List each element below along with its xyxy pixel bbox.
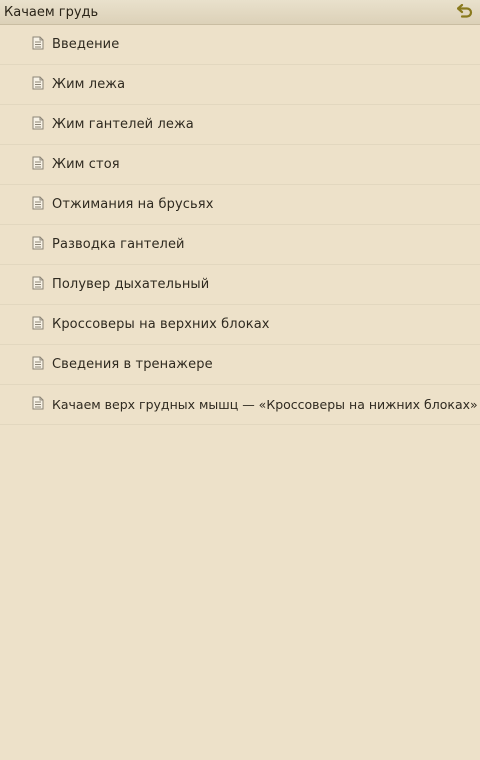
- list-item-label: Отжимания на брусьях: [52, 197, 214, 212]
- title-bar: Качаем грудь: [0, 0, 480, 25]
- list-item[interactable]: Полувер дыхательный: [0, 265, 480, 305]
- article-list: Введение Жим лежа Жим гантелей лежа Жим …: [0, 25, 480, 425]
- list-item-label: Введение: [52, 37, 120, 52]
- page-title: Качаем грудь: [4, 4, 99, 20]
- back-arrow-icon: [456, 3, 473, 22]
- list-item[interactable]: Жим стоя: [0, 145, 480, 185]
- list-item[interactable]: Разводка гантелей: [0, 225, 480, 265]
- list-item-label: Жим гантелей лежа: [52, 117, 194, 132]
- document-icon: [32, 396, 44, 410]
- list-item-label: Кроссоверы на верхних блоках: [52, 317, 270, 332]
- list-item[interactable]: Жим лежа: [0, 65, 480, 105]
- list-item-label: Качаем верх грудных мышц — «Кроссоверы н…: [52, 397, 478, 412]
- app-window: Качаем грудь Введение Жим лежа Жим ганте…: [0, 0, 480, 760]
- document-icon: [32, 156, 44, 170]
- document-icon: [32, 36, 44, 50]
- list-item[interactable]: Жим гантелей лежа: [0, 105, 480, 145]
- list-item[interactable]: Отжимания на брусьях: [0, 185, 480, 225]
- list-item[interactable]: Введение: [0, 25, 480, 65]
- document-icon: [32, 236, 44, 250]
- list-item[interactable]: Качаем верх грудных мышц — «Кроссоверы н…: [0, 385, 480, 425]
- document-icon: [32, 116, 44, 130]
- document-icon: [32, 76, 44, 90]
- list-item-label: Жим лежа: [52, 77, 126, 92]
- list-item[interactable]: Кроссоверы на верхних блоках: [0, 305, 480, 345]
- list-item-label: Полувер дыхательный: [52, 277, 210, 292]
- list-item[interactable]: Сведения в тренажере: [0, 345, 480, 385]
- back-button[interactable]: [454, 1, 476, 23]
- list-item-label: Разводка гантелей: [52, 237, 185, 252]
- document-icon: [32, 316, 44, 330]
- document-icon: [32, 196, 44, 210]
- document-icon: [32, 276, 44, 290]
- list-item-label: Жим стоя: [52, 157, 120, 172]
- list-item-label: Сведения в тренажере: [52, 357, 213, 372]
- document-icon: [32, 356, 44, 370]
